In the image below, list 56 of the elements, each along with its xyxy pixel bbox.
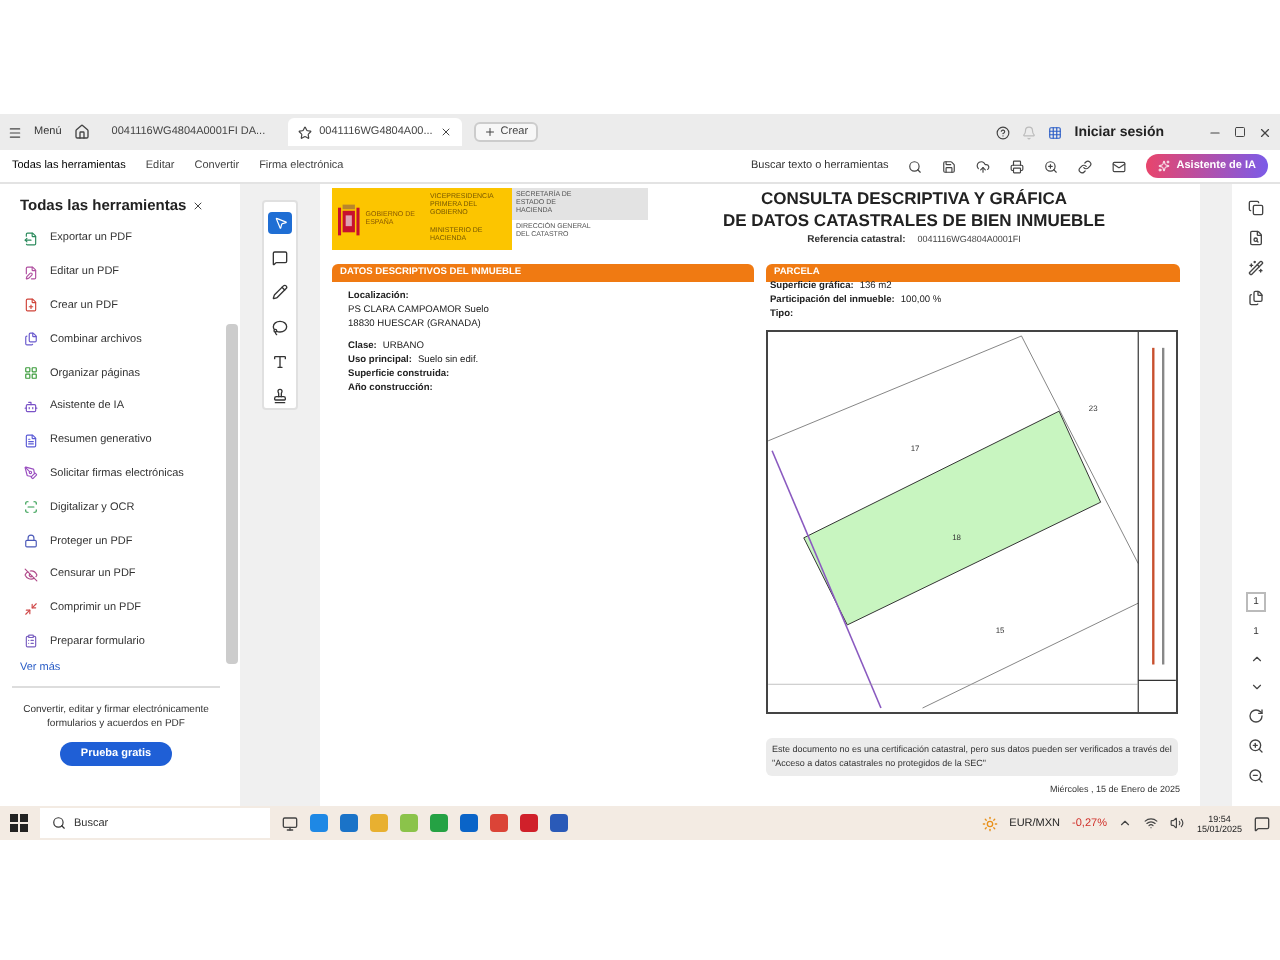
close-icon[interactable] (1258, 125, 1272, 139)
zoom-in-icon[interactable] (1248, 738, 1264, 754)
volume-icon[interactable] (1170, 816, 1185, 830)
tool-icon (24, 500, 38, 515)
menu-icon[interactable] (8, 125, 22, 139)
tool-icon (24, 466, 38, 481)
refresh-icon[interactable] (1248, 708, 1264, 724)
stamp-icon[interactable] (268, 385, 292, 408)
maximize-icon[interactable] (1234, 126, 1246, 138)
document-title: CONSULTA DESCRIPTIVA Y GRÁFICA (760, 188, 1067, 210)
close-icon[interactable] (440, 126, 453, 138)
save-icon[interactable] (942, 159, 957, 173)
tool-icon (24, 298, 38, 313)
star-icon[interactable] (297, 125, 312, 139)
mail-icon[interactable] (1112, 159, 1127, 173)
search-icon[interactable] (908, 159, 923, 173)
home-icon[interactable] (73, 124, 90, 140)
lasso-icon[interactable] (268, 315, 292, 339)
chevron-down-icon[interactable] (1249, 680, 1263, 694)
tool-icon (24, 231, 38, 246)
tool-icon (24, 366, 38, 381)
weather-icon (981, 815, 998, 831)
pencil-icon[interactable] (268, 281, 292, 304)
tool-icon (24, 332, 38, 347)
tool-icon (24, 399, 38, 414)
task-view-icon[interactable] (282, 815, 298, 831)
apps-grid-icon[interactable] (1048, 125, 1063, 139)
copy-icon[interactable] (1248, 200, 1264, 216)
tool-icon (24, 265, 38, 280)
plus-icon (484, 126, 497, 138)
tool-icon (24, 433, 38, 448)
notifications-icon[interactable] (1254, 815, 1270, 831)
comment-icon[interactable] (268, 246, 292, 270)
tool-icon (24, 534, 38, 549)
text-icon[interactable] (268, 350, 292, 374)
link-icon[interactable] (1078, 159, 1093, 173)
pages-icon[interactable] (1248, 290, 1264, 306)
tool-icon (24, 601, 38, 616)
windows-logo-icon[interactable] (10, 814, 28, 832)
tool-icon (24, 634, 38, 649)
chevron-up-icon[interactable] (1249, 652, 1263, 666)
print-icon[interactable] (1010, 159, 1025, 173)
search-document-icon[interactable] (1248, 230, 1264, 246)
document-title: DE DATOS CATASTRALES DE BIEN INMUEBLE (722, 209, 1106, 231)
tool-icon (24, 567, 38, 582)
sparkle-icon (1158, 160, 1171, 172)
scrollbar[interactable] (226, 324, 238, 664)
upload-icon[interactable] (976, 159, 991, 173)
close-icon[interactable] (192, 199, 204, 211)
zoom-icon[interactable] (1044, 159, 1059, 173)
tray-chevron-icon[interactable] (1118, 816, 1133, 830)
search-icon (52, 816, 66, 830)
network-icon[interactable] (1144, 816, 1159, 830)
cursor-icon[interactable] (268, 212, 292, 235)
help-icon[interactable] (996, 125, 1011, 139)
zoom-out-icon[interactable] (1248, 768, 1264, 784)
